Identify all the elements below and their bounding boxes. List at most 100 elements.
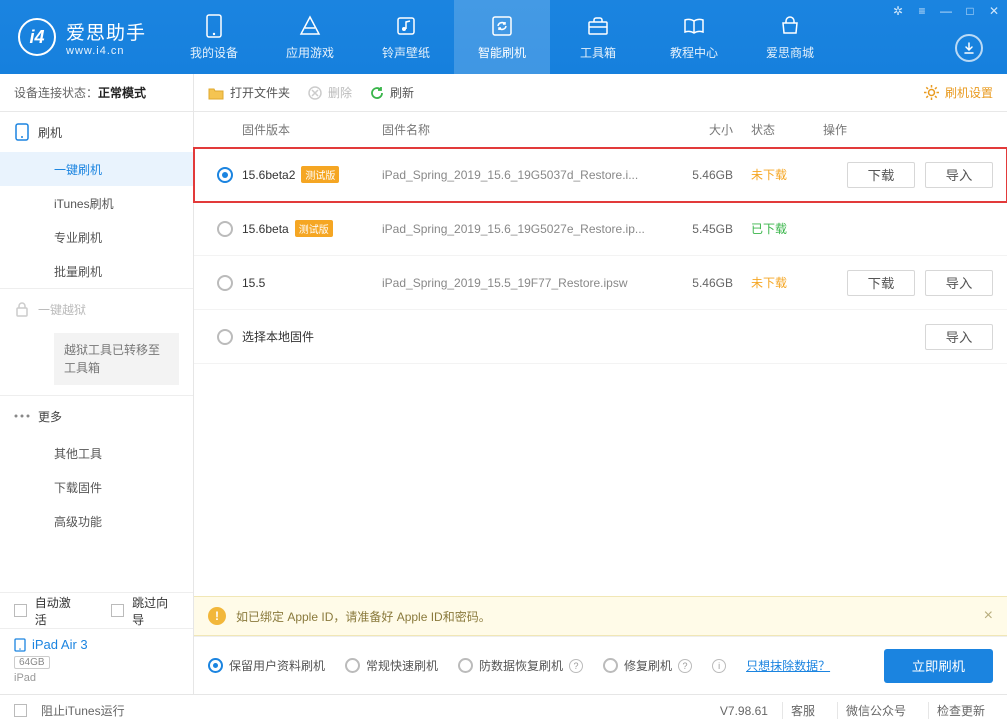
sidebar-item-other-tools[interactable]: 其他工具: [0, 436, 193, 470]
logo-icon: i4: [18, 18, 56, 56]
sidebar-item-pro-flash[interactable]: 专业刷机: [0, 220, 193, 254]
flash-option[interactable]: 保留用户资料刷机: [208, 657, 325, 674]
firmware-size: 5.46GB: [671, 168, 751, 182]
firmware-state: 已下载: [751, 220, 823, 237]
firmware-state: 未下载: [751, 166, 823, 183]
sidebar-item-itunes-flash[interactable]: iTunes刷机: [0, 186, 193, 220]
lock-icon: [14, 301, 30, 317]
flash-option[interactable]: 常规快速刷机: [345, 657, 438, 674]
gear-icon: [924, 85, 939, 100]
auto-activate-checkbox[interactable]: [14, 604, 27, 617]
window-controls: ✲ ≡ — □ ✕: [891, 4, 1001, 18]
footer-wechat[interactable]: 微信公众号: [837, 702, 914, 719]
device-info[interactable]: iPad Air 3 64GB iPad: [0, 628, 193, 694]
flash-option-radio[interactable]: [208, 658, 223, 673]
import-button[interactable]: 导入: [925, 324, 993, 350]
beta-badge: 测试版: [301, 166, 339, 183]
flash-now-button[interactable]: 立即刷机: [884, 649, 993, 683]
flash-option-label: 修复刷机: [624, 657, 672, 674]
flash-options-bar: 保留用户资料刷机 常规快速刷机 防数据恢复刷机? 修复刷机? i 只想抹除数据？ 立即…: [194, 636, 1007, 694]
sidebar-group-flash[interactable]: 刷机: [0, 112, 193, 152]
sidebar-group-more[interactable]: 更多: [0, 396, 193, 436]
help-icon[interactable]: ?: [678, 659, 692, 673]
firmware-row[interactable]: 15.6beta测试版iPad_Spring_2019_15.6_19G5027…: [194, 202, 1007, 256]
footer-check-update[interactable]: 检查更新: [928, 702, 993, 719]
flash-option-label: 常规快速刷机: [366, 657, 438, 674]
refresh-button[interactable]: 刷新: [370, 84, 414, 101]
import-button[interactable]: 导入: [925, 270, 993, 296]
sidebar-item-batch-flash[interactable]: 批量刷机: [0, 254, 193, 288]
firmware-state: 未下载: [751, 274, 823, 291]
firmware-radio[interactable]: [217, 167, 233, 183]
store-icon: [778, 14, 802, 38]
firmware-filename: iPad_Spring_2019_15.5_19F77_Restore.ipsw: [382, 276, 671, 290]
th-state: 状态: [751, 121, 823, 138]
help-icon[interactable]: ?: [569, 659, 583, 673]
nav-apps[interactable]: 应用游戏: [262, 0, 358, 74]
version-label: V7.98.61: [720, 704, 768, 718]
nav-store[interactable]: 爱思商城: [742, 0, 838, 74]
download-button[interactable]: 下载: [847, 162, 915, 188]
tablet-icon: [14, 638, 26, 652]
menu-icon[interactable]: ≡: [915, 4, 929, 18]
notice-close-button[interactable]: ×: [984, 607, 993, 625]
block-itunes-checkbox[interactable]: [14, 704, 27, 717]
skip-guide-checkbox[interactable]: [111, 604, 124, 617]
main-panel: 打开文件夹 删除 刷新 刷机设置 固件版本 固件名称 大小 状态 操作 15.6…: [194, 74, 1007, 694]
firmware-row[interactable]: 15.5iPad_Spring_2019_15.5_19F77_Restore.…: [194, 256, 1007, 310]
skin-icon[interactable]: ✲: [891, 4, 905, 18]
download-button[interactable]: 下载: [847, 270, 915, 296]
open-folder-button[interactable]: 打开文件夹: [208, 84, 290, 101]
block-itunes-label: 阻止iTunes运行: [41, 702, 125, 719]
flash-option-radio[interactable]: [345, 658, 360, 673]
flash-option[interactable]: 防数据恢复刷机?: [458, 657, 583, 674]
erase-data-link[interactable]: 只想抹除数据？: [746, 657, 830, 674]
flash-option-radio[interactable]: [458, 658, 473, 673]
apps-icon: [298, 14, 322, 38]
flash-option-radio[interactable]: [603, 658, 618, 673]
refresh-icon: [490, 14, 514, 38]
nav-flash[interactable]: 智能刷机: [454, 0, 550, 74]
firmware-row[interactable]: 选择本地固件导入: [194, 310, 1007, 364]
th-ops: 操作: [823, 121, 993, 138]
info-icon[interactable]: i: [712, 659, 726, 673]
firmware-row[interactable]: 15.6beta2测试版iPad_Spring_2019_15.6_19G503…: [194, 148, 1007, 202]
app-url: www.i4.cn: [66, 45, 146, 57]
nav-toolbox[interactable]: 工具箱: [550, 0, 646, 74]
warning-icon: !: [208, 607, 226, 625]
sidebar-item-oneclick-flash[interactable]: 一键刷机: [0, 152, 193, 186]
toolbar: 打开文件夹 删除 刷新 刷机设置: [194, 74, 1007, 112]
firmware-radio[interactable]: [217, 329, 233, 345]
maximize-icon[interactable]: □: [963, 4, 977, 18]
sidebar-item-advanced[interactable]: 高级功能: [0, 504, 193, 538]
flash-option-label: 保留用户资料刷机: [229, 657, 325, 674]
auto-activate-label: 自动激活: [35, 594, 82, 628]
th-size: 大小: [671, 121, 751, 138]
delete-button: 删除: [308, 84, 352, 101]
apple-id-notice: ! 如已绑定 Apple ID，请准备好 Apple ID和密码。 ×: [194, 596, 1007, 636]
device-type: iPad: [14, 672, 179, 684]
flash-group-icon: [14, 124, 30, 140]
phone-icon: [202, 14, 226, 38]
flash-settings-button[interactable]: 刷机设置: [924, 84, 993, 101]
sidebar-item-download-firmware[interactable]: 下载固件: [0, 470, 193, 504]
titlebar: i4 爱思助手 www.i4.cn 我的设备 应用游戏 铃声壁纸 智能刷机 工具…: [0, 0, 1007, 74]
firmware-radio[interactable]: [217, 275, 233, 291]
nav-my-device[interactable]: 我的设备: [166, 0, 262, 74]
download-manager-button[interactable]: [955, 34, 983, 62]
table-header: 固件版本 固件名称 大小 状态 操作: [194, 112, 1007, 148]
sidebar-group-jailbreak: 一键越狱: [0, 289, 193, 329]
nav-ringtones[interactable]: 铃声壁纸: [358, 0, 454, 74]
import-button[interactable]: 导入: [925, 162, 993, 188]
firmware-size: 5.45GB: [671, 222, 751, 236]
toolbox-icon: [586, 14, 610, 38]
nav-tutorials[interactable]: 教程中心: [646, 0, 742, 74]
firmware-radio[interactable]: [217, 221, 233, 237]
device-storage: 64GB: [14, 656, 50, 669]
device-name: iPad Air 3: [32, 637, 88, 652]
minimize-icon[interactable]: —: [939, 4, 953, 18]
flash-option[interactable]: 修复刷机?: [603, 657, 692, 674]
status-bar: 阻止iTunes运行 V7.98.61 客服 微信公众号 检查更新: [0, 694, 1007, 726]
footer-support[interactable]: 客服: [782, 702, 823, 719]
close-icon[interactable]: ✕: [987, 4, 1001, 18]
